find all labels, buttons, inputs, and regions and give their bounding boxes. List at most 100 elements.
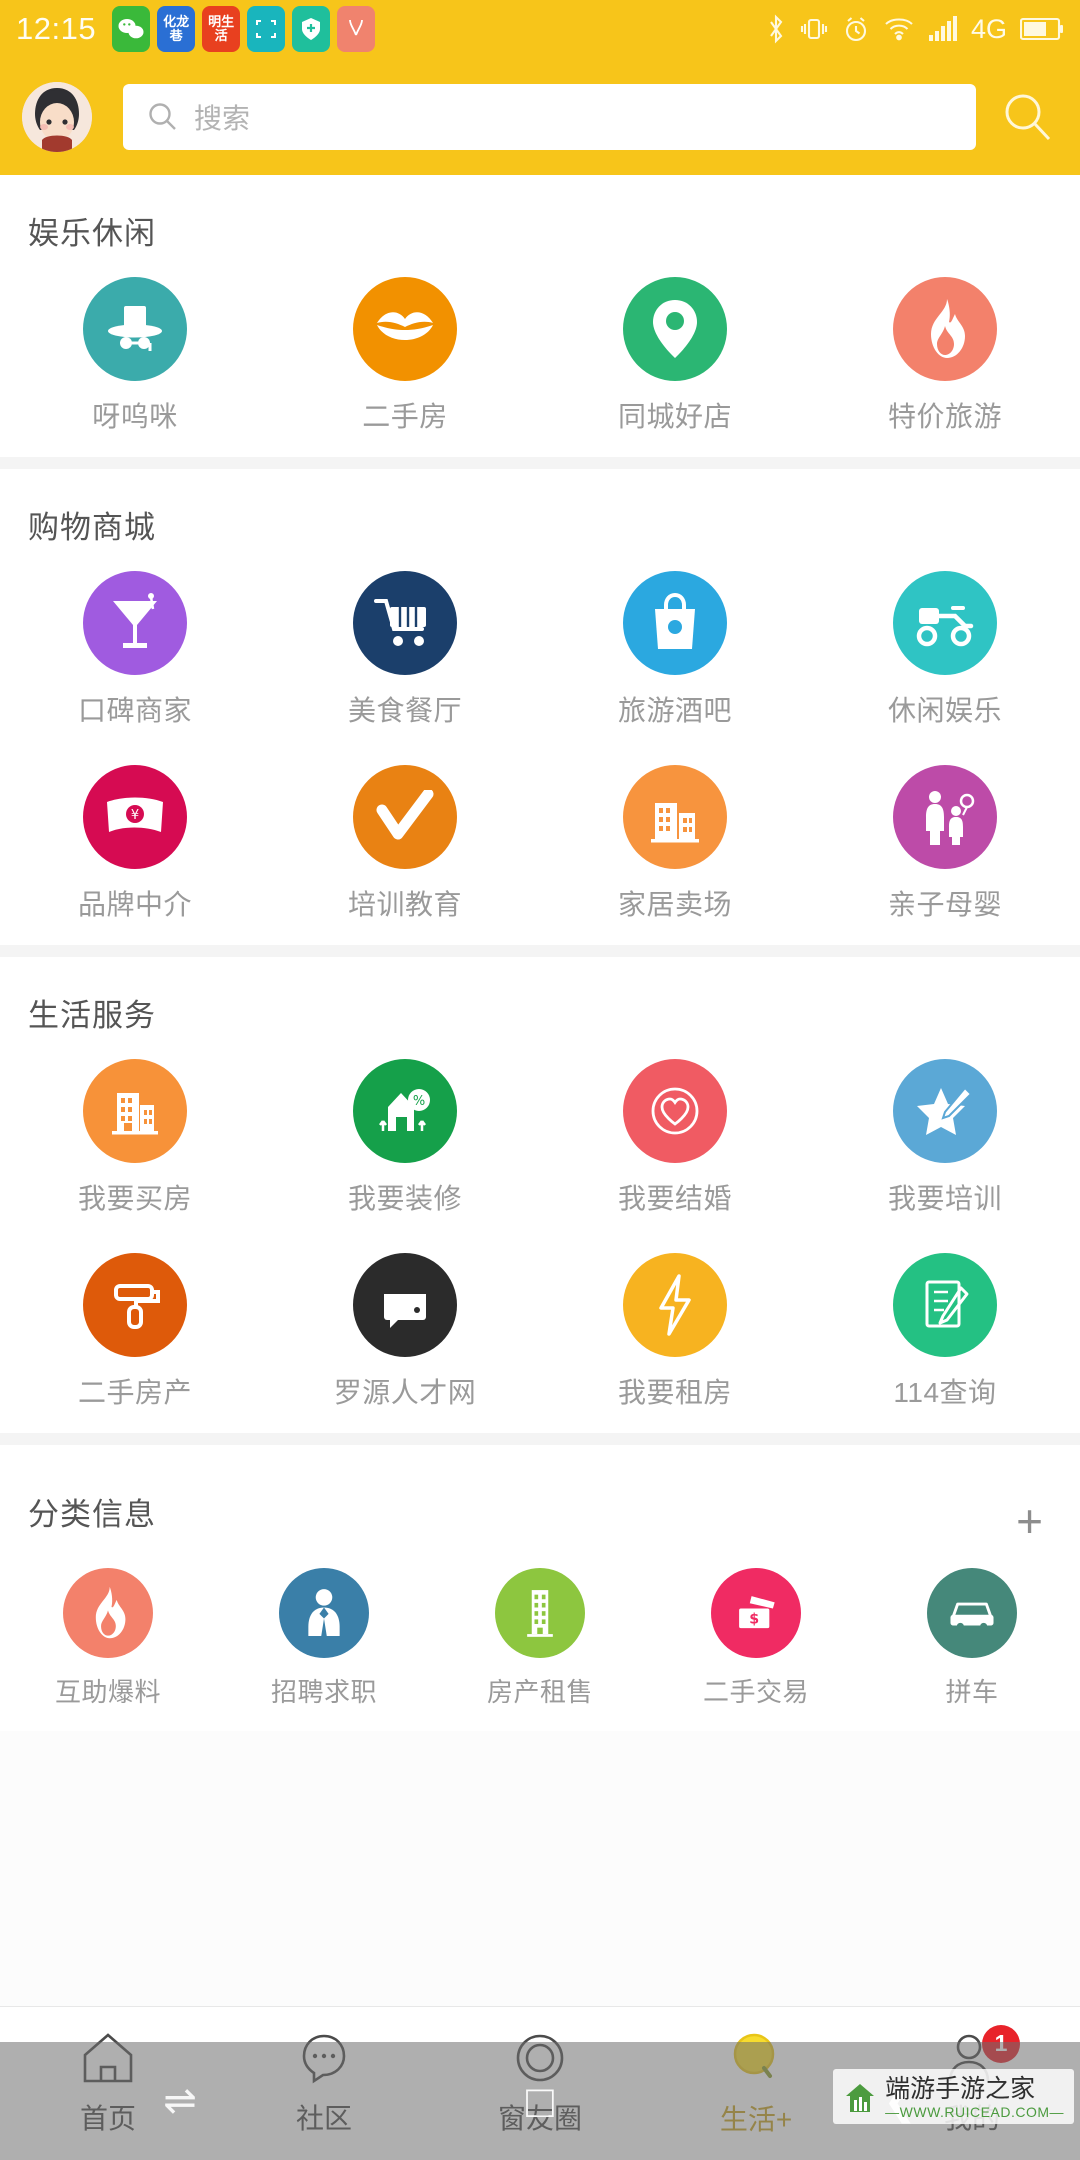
alarm-icon (845, 17, 867, 42)
grid-item-label: 特价旅游 (887, 401, 1002, 432)
notif-hualongxiang-icon: 化龙巷 (157, 6, 196, 52)
price-tag-icon: $ (711, 1568, 801, 1658)
svg-text:¥: ¥ (131, 808, 139, 823)
grid-item-reputable-merchants[interactable]: 口碑商家 (0, 557, 270, 751)
nav-item-label: 窗友圈 (497, 2102, 582, 2134)
grid-item-buy-house[interactable]: 我要买房 (0, 1045, 270, 1239)
grid-item-label: 美食餐厅 (347, 695, 462, 726)
grid-item-recruitment[interactable]: 招聘求职 (216, 1554, 432, 1731)
add-category-button[interactable]: + (1016, 1478, 1044, 1544)
note-pen-icon (893, 1253, 997, 1357)
classified-grid: 互助爆料 招聘求职 房产租售 $ 二手交易 拼车 (0, 1554, 1080, 1731)
grid-item-label: 二手交易 (702, 1677, 809, 1707)
grid-item-secondhand-trade[interactable]: $ 二手交易 (648, 1554, 864, 1731)
grid-item-label: 品牌中介 (77, 889, 192, 920)
grid-item-label: 互助爆料 (54, 1677, 161, 1707)
watermark-url: —WWW.RUICEAD.COM— (885, 2103, 1064, 2120)
shopping-bag-icon (623, 571, 727, 675)
grid-item-travel-deals[interactable]: 特价旅游 (810, 263, 1080, 457)
grid-item-label: 拼车 (945, 1677, 999, 1707)
grid-item-wedding[interactable]: 我要结婚 (540, 1045, 810, 1239)
signal-icon (928, 16, 957, 41)
nav-item-window-circle[interactable]: 窗友圈 (432, 2031, 648, 2137)
nav-item-label: 社区 (295, 2102, 352, 2134)
nav-item-life-plus[interactable]: 生活+ (648, 2030, 864, 2138)
grid-item-travel-bar[interactable]: 旅游酒吧 (540, 557, 810, 751)
grid-item-property-rental[interactable]: 房产租售 (432, 1554, 648, 1731)
grid-item-label: 罗源人才网 (333, 1377, 477, 1408)
grid-item-label: 呀呜咪 (92, 401, 178, 432)
network-type-label: 4G (970, 13, 1007, 44)
app-root: 12:15 化龙巷 明生活 4G 搜索 娱乐休闲 呀呜咪 二手房 同城好店 特价… (0, 0, 1080, 2160)
check-mark-icon (353, 765, 457, 869)
status-time: 12:15 (16, 11, 97, 46)
section-divider (0, 945, 1080, 957)
watermark: 端游手游之家 —WWW.RUICEAD.COM— (833, 2069, 1074, 2124)
notif-scanner-icon (247, 6, 286, 52)
grid-item-restaurants[interactable]: 美食餐厅 (270, 557, 540, 751)
house-discount-icon: % (353, 1059, 457, 1163)
app-header: 搜索 (0, 58, 1080, 175)
section-title: 生活服务 (28, 998, 156, 1033)
nav-item-label: 首页 (79, 2102, 136, 2134)
section-classified: 分类信息 + 互助爆料 招聘求职 房产租售 $ 二手交易 拼车 (0, 1445, 1080, 1731)
notif-minshenghuo-icon: 明生活 (202, 6, 241, 52)
section-title: 娱乐休闲 (28, 216, 156, 251)
grid-item-rent-house[interactable]: 我要租房 (540, 1239, 810, 1433)
grid-item-renovation[interactable]: % 我要装修 (270, 1045, 540, 1239)
nav-item-home[interactable]: 首页 (0, 2031, 216, 2137)
lightning-icon (623, 1253, 727, 1357)
grid-item-mutual-help[interactable]: 互助爆料 (0, 1554, 216, 1731)
grid-item-parenting[interactable]: 亲子母婴 (810, 751, 1080, 945)
apartment-icon (83, 1059, 187, 1163)
grid-item-leisure[interactable]: 休闲娱乐 (810, 557, 1080, 751)
vibrate-icon (800, 18, 828, 40)
heart-circle-icon (623, 1059, 727, 1163)
life-services-grid: 我要买房 % 我要装修 我要结婚 我要培训 二手房产 罗源人才网 我要租房 11… (0, 1045, 1080, 1433)
grid-item-secondhand-property[interactable]: 二手房产 (0, 1239, 270, 1433)
status-system-icons: 4G (766, 14, 1064, 45)
grid-item-label: 房产租售 (486, 1677, 593, 1707)
home-icon (83, 2032, 133, 2082)
grid-item-training[interactable]: 我要培训 (810, 1045, 1080, 1239)
section-divider (0, 457, 1080, 469)
car-icon (927, 1568, 1017, 1658)
grid-item-label: 二手房产 (77, 1377, 192, 1408)
classified-header: 分类信息 + (0, 1445, 1080, 1554)
search-input[interactable]: 搜索 (123, 83, 976, 150)
nav-item-community[interactable]: 社区 (216, 2031, 432, 2137)
grid-item-home-store[interactable]: 家居卖场 (540, 751, 810, 945)
avatar[interactable] (22, 81, 92, 152)
grid-item-label: 口碑商家 (77, 695, 192, 726)
grid-item-carpool[interactable]: 拼车 (864, 1554, 1080, 1731)
grid-item-label: 招聘求职 (270, 1677, 377, 1707)
grid-item-local-store[interactable]: 同城好店 (540, 263, 810, 457)
paint-roller-icon (83, 1253, 187, 1357)
watermark-title: 端游手游之家 (885, 2075, 1036, 2104)
grid-item-label: 我要装修 (347, 1183, 462, 1214)
star-pen-icon (893, 1059, 997, 1163)
watermark-logo-icon (846, 2083, 875, 2112)
section-life-services: 生活服务 我要买房 % 我要装修 我要结婚 我要培训 二手房产 罗源人才网 我要… (0, 957, 1080, 1433)
grid-item-training-education[interactable]: 培训教育 (270, 751, 540, 945)
grid-item-brand-agency[interactable]: ¥ 品牌中介 (0, 751, 270, 945)
section-shopping: 购物商城 口碑商家 美食餐厅 旅游酒吧 休闲娱乐 ¥ 品牌中介 培训教育 家居卖… (0, 469, 1080, 945)
svg-text:$: $ (749, 1612, 759, 1628)
entertainment-grid: 呀呜咪 二手房 同城好店 特价旅游 (0, 263, 1080, 457)
grid-item-label: 我要结婚 (617, 1183, 732, 1214)
header-search-button[interactable] (998, 87, 1058, 147)
grid-item-label: 亲子母婴 (887, 889, 1002, 920)
grid-item-114-lookup[interactable]: 114查询 (810, 1239, 1080, 1433)
detective-hat-icon (83, 277, 187, 381)
location-pin-icon (623, 277, 727, 381)
grid-item-label: 同城好店 (617, 401, 732, 432)
grid-item-label: 114查询 (893, 1377, 997, 1408)
section-title: 分类信息 (28, 1496, 156, 1532)
delivery-scooter-icon (893, 571, 997, 675)
grid-item-secondhand-house[interactable]: 二手房 (270, 263, 540, 457)
grid-item-yawumi[interactable]: 呀呜咪 (0, 263, 270, 457)
bluetooth-icon (770, 14, 783, 44)
grid-item-job-site[interactable]: 罗源人才网 (270, 1239, 540, 1433)
section-entertainment: 娱乐休闲 呀呜咪 二手房 同城好店 特价旅游 (0, 175, 1080, 457)
life-plus-icon (733, 2033, 775, 2078)
